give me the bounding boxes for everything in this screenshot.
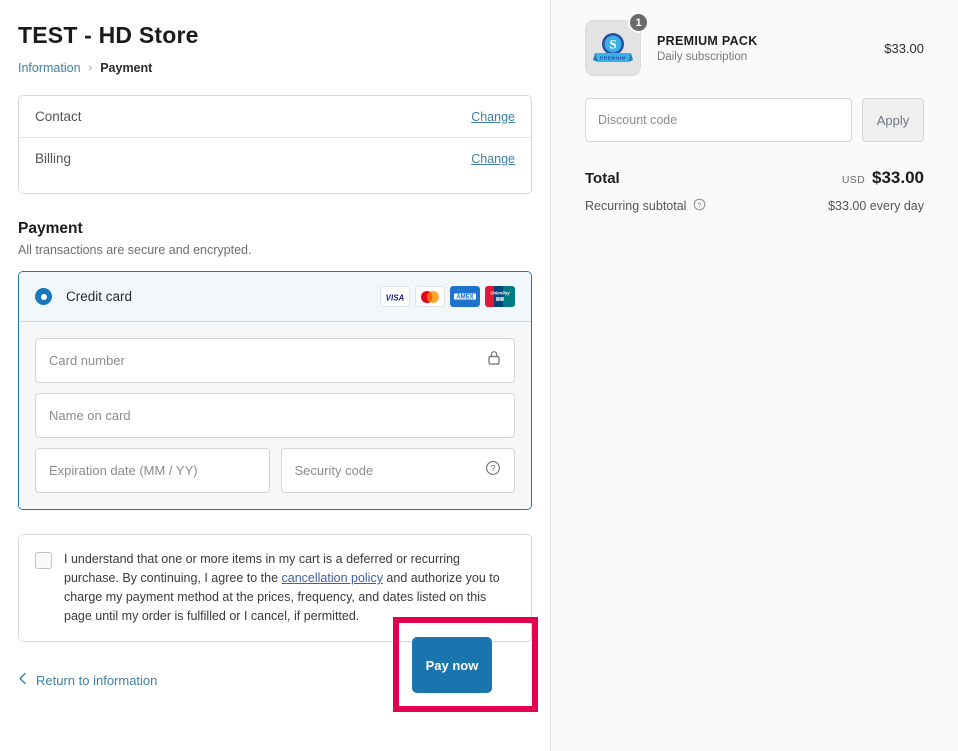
checkout-main-column: TEST - HD Store Information › Payment Co… — [0, 0, 550, 751]
premium-badge-icon: S PREMIUM — [590, 26, 636, 70]
review-row-contact: Contact Change — [19, 96, 531, 137]
line-item: S PREMIUM 1 PREMIUM PACK Daily subscript… — [585, 20, 924, 76]
apply-discount-button[interactable]: Apply — [862, 98, 924, 142]
line-item-price: $33.00 — [884, 41, 924, 56]
cancellation-policy-link[interactable]: cancellation policy — [282, 571, 383, 585]
discount-placeholder: Discount code — [598, 113, 677, 127]
recurring-subtotal-row: Recurring subtotal ? $33.00 every day — [585, 198, 924, 214]
mastercard-icon — [415, 286, 445, 307]
expiration-date-field[interactable]: Expiration date (MM / YY) — [35, 448, 270, 493]
credit-card-label: Credit card — [66, 289, 380, 304]
svg-text:银联: 银联 — [496, 296, 505, 303]
name-on-card-field[interactable]: Name on card — [35, 393, 515, 438]
product-thumbnail-wrap: S PREMIUM 1 — [585, 20, 641, 76]
card-number-placeholder: Card number — [49, 353, 487, 368]
breadcrumb: Information › Payment — [18, 61, 532, 75]
payment-subheading: All transactions are secure and encrypte… — [18, 243, 532, 257]
review-contact-label: Contact — [35, 109, 82, 124]
help-circle-icon[interactable]: ? — [485, 460, 501, 481]
svg-text:S: S — [609, 37, 616, 52]
breadcrumb-information-link[interactable]: Information — [18, 61, 81, 75]
review-card-spacer — [19, 179, 531, 193]
discount-row: Discount code Apply — [585, 98, 924, 142]
lock-icon — [487, 350, 501, 371]
terms-text: I understand that one or more items in m… — [64, 550, 515, 626]
total-currency: USD — [842, 174, 865, 186]
credit-card-radio[interactable] — [35, 288, 52, 305]
radio-selected-dot — [41, 294, 47, 300]
svg-text:?: ? — [698, 202, 702, 209]
review-contact-change-link[interactable]: Change — [471, 110, 515, 124]
total-label: Total — [585, 170, 620, 187]
quantity-badge: 1 — [628, 12, 649, 33]
unionpay-icon: UnionPay 银联 — [485, 286, 515, 307]
credit-card-option-row[interactable]: Credit card VISA — [19, 272, 531, 322]
visa-icon: VISA — [380, 286, 410, 307]
recurring-terms-box: I understand that one or more items in m… — [18, 534, 532, 642]
payment-heading: Payment — [18, 220, 532, 238]
card-brand-list: VISA AMEX — [380, 286, 515, 307]
recurring-subtotal-label: Recurring subtotal — [585, 199, 686, 213]
recurring-info-icon[interactable]: ? — [693, 198, 706, 214]
security-code-placeholder: Security code — [295, 463, 486, 478]
chevron-left-icon — [18, 672, 27, 688]
card-number-field[interactable]: Card number — [35, 338, 515, 383]
store-title: TEST - HD Store — [18, 22, 532, 49]
review-row-billing: Billing Change — [19, 137, 531, 179]
payment-method-box: Credit card VISA — [18, 271, 532, 510]
svg-text:?: ? — [491, 464, 496, 473]
total-value-group: USD $33.00 — [842, 168, 924, 188]
svg-text:PREMIUM: PREMIUM — [600, 55, 626, 60]
review-billing-label: Billing — [35, 151, 71, 166]
breadcrumb-payment-current: Payment — [100, 61, 152, 75]
card-fields-container: Card number Name on card Expiration date… — [19, 322, 531, 509]
line-item-info: PREMIUM PACK Daily subscription — [657, 34, 868, 63]
svg-text:VISA: VISA — [386, 293, 405, 302]
svg-text:UnionPay: UnionPay — [490, 291, 510, 296]
checkout-page: TEST - HD Store Information › Payment Co… — [0, 0, 958, 751]
return-to-information-link[interactable]: Return to information — [18, 672, 157, 688]
terms-checkbox[interactable] — [35, 552, 52, 569]
discount-code-input[interactable]: Discount code — [585, 98, 852, 142]
recurring-subtotal-value: $33.00 every day — [828, 199, 924, 213]
return-link-label: Return to information — [36, 673, 157, 688]
amex-icon: AMEX — [450, 286, 480, 307]
security-code-field[interactable]: Security code ? — [281, 448, 516, 493]
total-amount: $33.00 — [872, 168, 924, 188]
svg-text:AMEX: AMEX — [456, 294, 473, 300]
line-item-subtitle: Daily subscription — [657, 51, 868, 63]
order-review-card: Contact Change Billing Change — [18, 95, 532, 194]
recurring-subtotal-label-group: Recurring subtotal ? — [585, 198, 706, 214]
line-item-title: PREMIUM PACK — [657, 34, 868, 48]
review-billing-change-link[interactable]: Change — [471, 152, 515, 166]
name-on-card-placeholder: Name on card — [49, 408, 501, 423]
pay-now-button[interactable]: Pay now — [412, 637, 492, 693]
breadcrumb-separator-icon: › — [89, 62, 93, 74]
order-summary-sidebar: S PREMIUM 1 PREMIUM PACK Daily subscript… — [550, 0, 958, 751]
card-extra-fields-row: Expiration date (MM / YY) Security code … — [35, 448, 515, 493]
total-row: Total USD $33.00 — [585, 168, 924, 188]
expiration-placeholder: Expiration date (MM / YY) — [49, 463, 256, 478]
